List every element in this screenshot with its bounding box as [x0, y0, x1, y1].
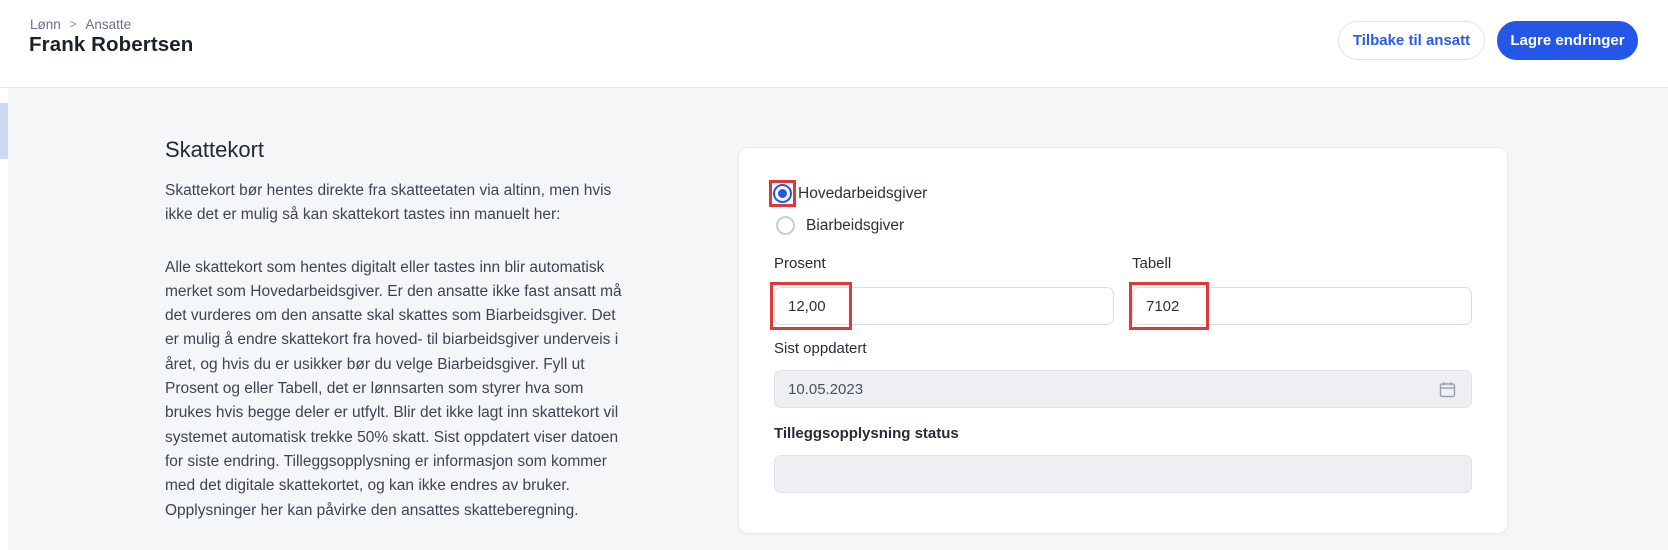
section-intro-text: Skattekort bør hentes direkte fra skatte… [165, 182, 612, 224]
prosent-label: Prosent [774, 255, 826, 272]
tilleggsopplysning-input [774, 455, 1472, 493]
calendar-icon [1439, 382, 1456, 398]
biarbeidsgiver-radio-row[interactable]: Biarbeidsgiver [776, 216, 904, 235]
hovedarbeidsgiver-radio-label[interactable]: Hovedarbeidsgiver [798, 185, 927, 203]
sist-oppdatert-input [774, 370, 1472, 408]
breadcrumb-ansatte[interactable]: Ansatte [85, 17, 131, 32]
tabell-input[interactable] [1132, 287, 1472, 325]
save-changes-button[interactable]: Lagre endringer [1497, 21, 1638, 60]
page-title: Frank Robertsen [29, 33, 194, 56]
skattekort-form-card: Hovedarbeidsgiver Biarbeidsgiver Prosent… [738, 147, 1508, 534]
tilleggsopplysning-label: Tilleggsopplysning status [774, 425, 959, 442]
breadcrumb-lonn[interactable]: Lønn [30, 17, 61, 32]
hovedarbeidsgiver-radio-row[interactable]: Hovedarbeidsgiver [773, 184, 927, 203]
page-header: Lønn > Ansatte Frank Robertsen Tilbake t… [0, 0, 1668, 88]
hovedarbeidsgiver-radio-icon[interactable] [773, 184, 792, 203]
tabell-label: Tabell [1132, 255, 1172, 272]
sidebar-active-indicator [0, 103, 8, 159]
main-content: Skattekort Skattekort bør hentes direkte… [8, 87, 1668, 550]
prosent-input[interactable] [774, 287, 1114, 325]
biarbeidsgiver-radio-icon[interactable] [776, 216, 795, 235]
breadcrumb-separator: > [69, 17, 77, 32]
skattekort-description-column: Skattekort Skattekort bør hentes direkte… [165, 137, 632, 523]
breadcrumb: Lønn > Ansatte [30, 16, 131, 32]
section-description-text: Alle skattekort som hentes digitalt elle… [165, 258, 622, 519]
section-heading: Skattekort [165, 137, 265, 162]
biarbeidsgiver-radio-label[interactable]: Biarbeidsgiver [806, 217, 904, 235]
sist-oppdatert-label: Sist oppdatert [774, 340, 867, 357]
back-to-employee-button[interactable]: Tilbake til ansatt [1338, 21, 1485, 60]
